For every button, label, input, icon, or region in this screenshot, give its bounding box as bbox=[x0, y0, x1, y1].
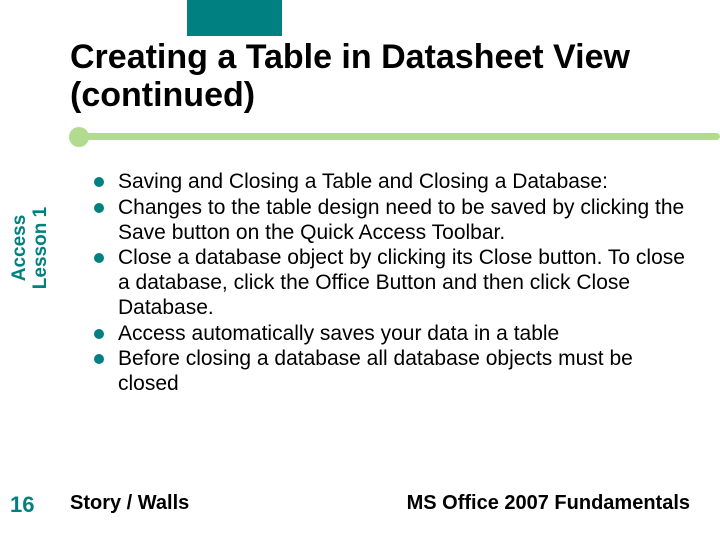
slide-title: Creating a Table in Datasheet View (cont… bbox=[70, 38, 690, 114]
bullet-item: Close a database object by clicking its … bbox=[88, 246, 688, 320]
footer-right: MS Office 2007 Fundamentals bbox=[407, 492, 690, 515]
slide: Creating a Table in Datasheet View (cont… bbox=[0, 0, 720, 540]
bullet-item: Changes to the table design need to be s… bbox=[88, 196, 688, 246]
sidebar-line1: Access bbox=[10, 178, 31, 318]
sidebar-label: Access Lesson 1 bbox=[10, 178, 52, 318]
body-content: Saving and Closing a Table and Closing a… bbox=[88, 170, 688, 398]
bullet-item: Access automatically saves your data in … bbox=[88, 322, 688, 347]
bullet-item: Saving and Closing a Table and Closing a… bbox=[88, 170, 688, 195]
page-number: 16 bbox=[10, 492, 34, 518]
accent-bar bbox=[187, 0, 282, 36]
title-underline bbox=[0, 125, 720, 151]
footer-left: Story / Walls bbox=[70, 492, 189, 515]
bullet-item: Before closing a database all database o… bbox=[88, 347, 688, 397]
sidebar-line2: Lesson 1 bbox=[31, 178, 52, 318]
footer: Story / Walls MS Office 2007 Fundamental… bbox=[70, 492, 690, 515]
